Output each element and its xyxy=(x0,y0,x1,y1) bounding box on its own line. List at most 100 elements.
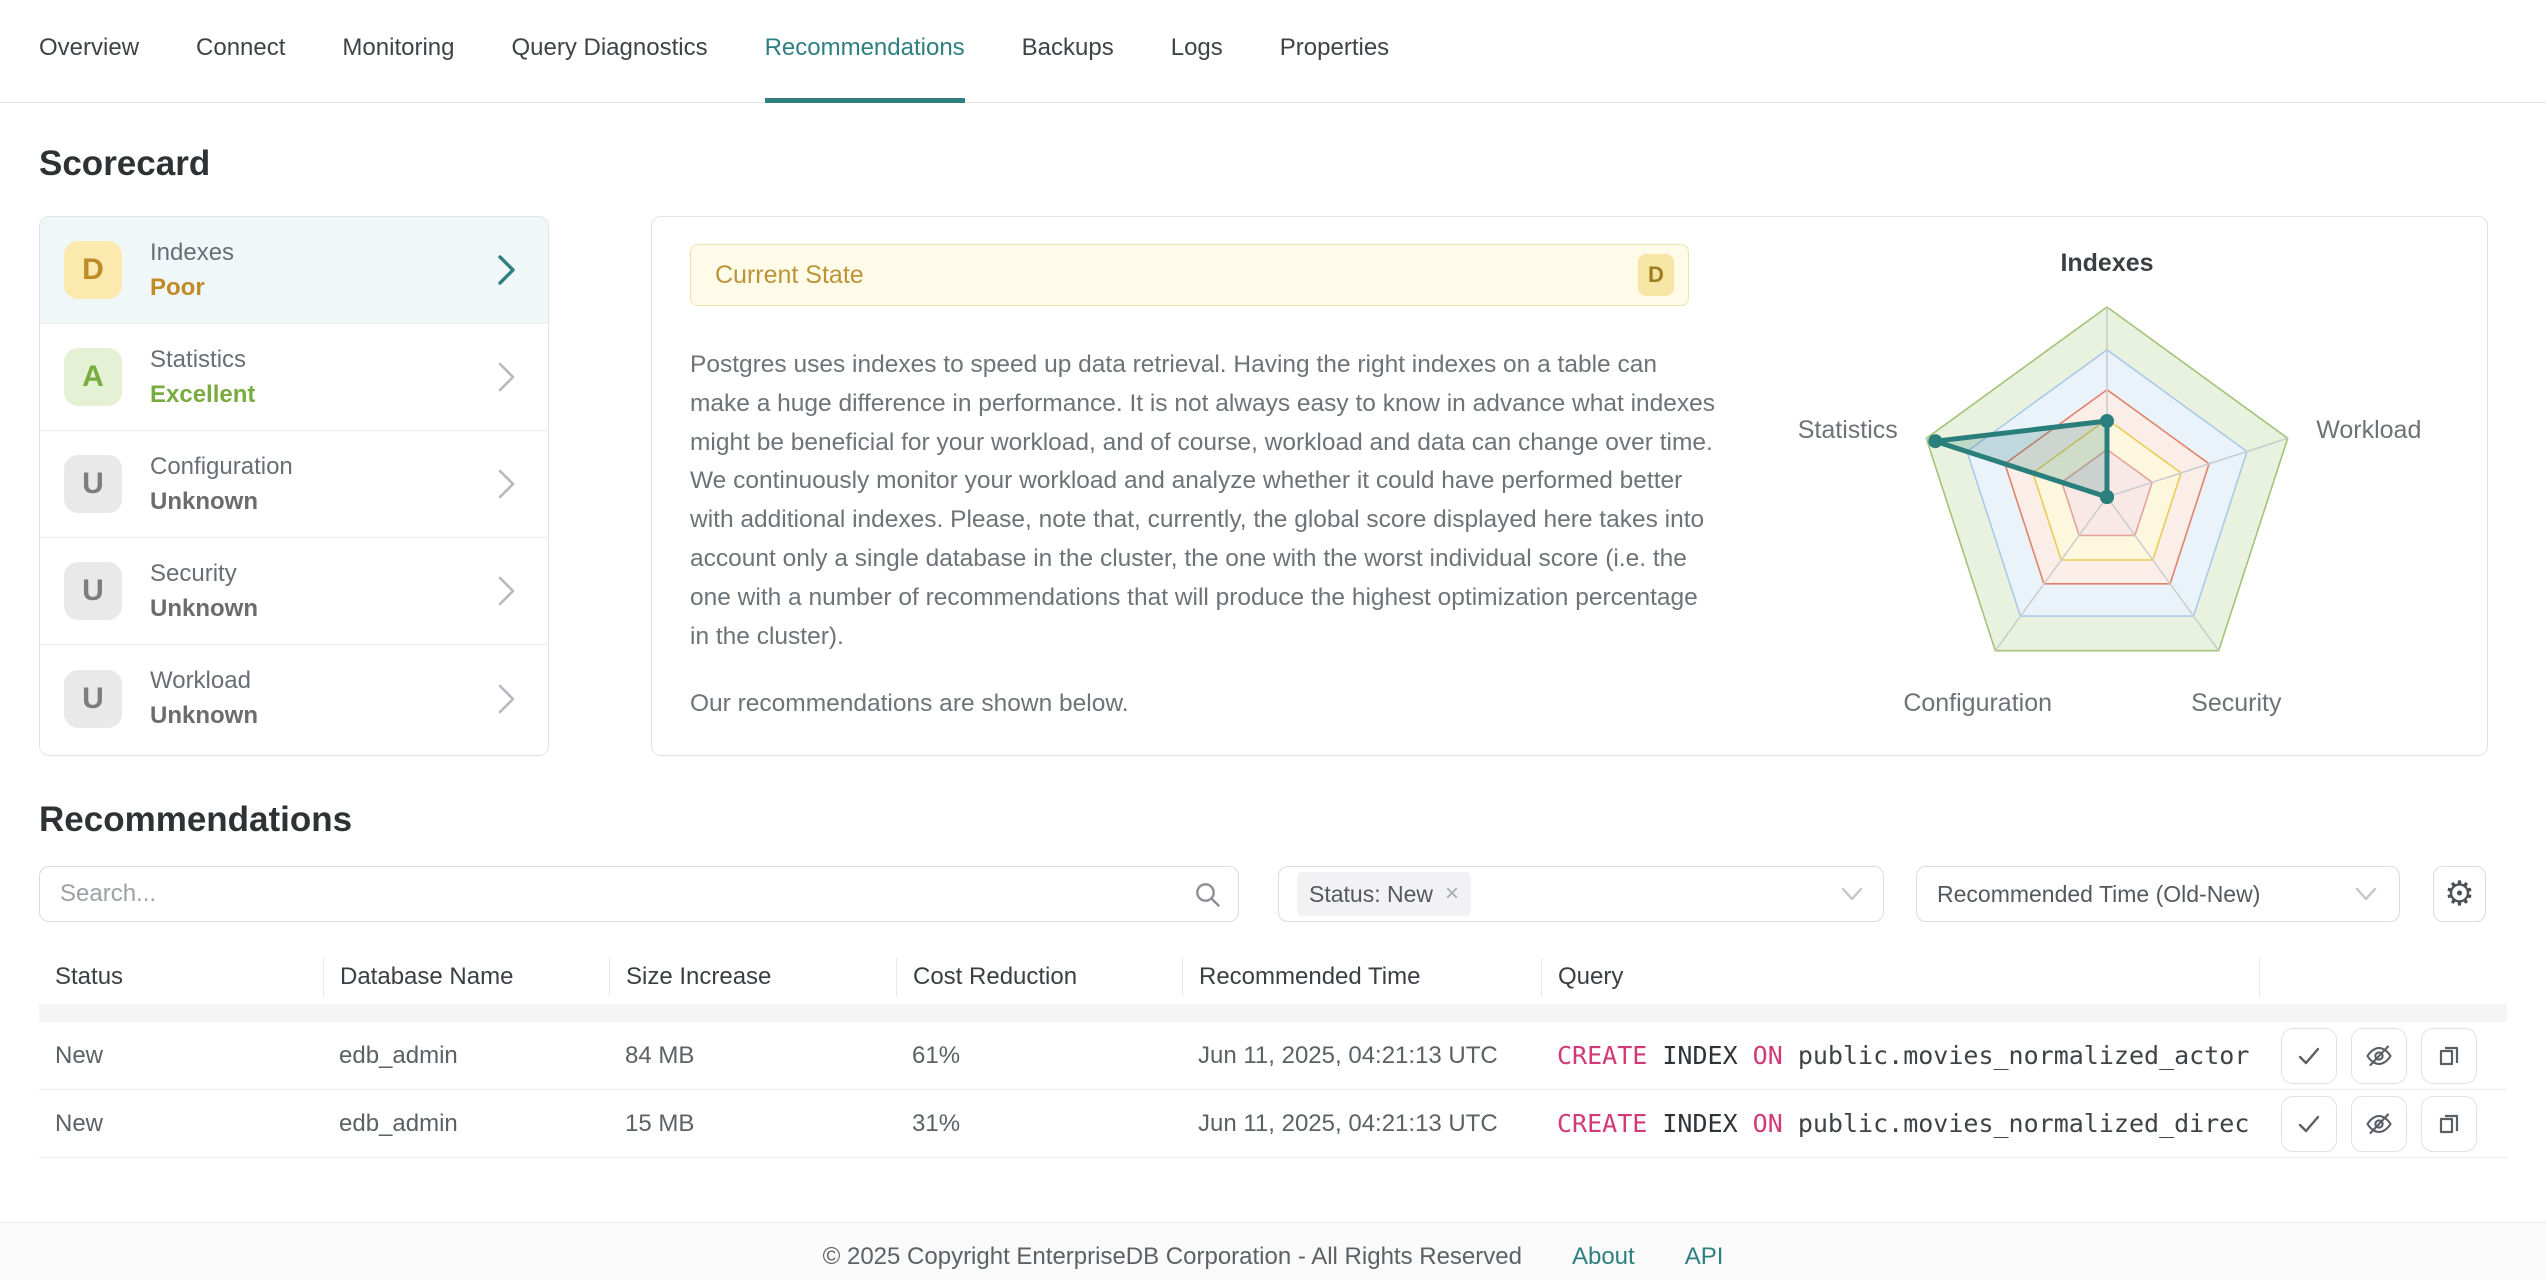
settings-button[interactable]: ⚙ xyxy=(2433,866,2486,922)
gear-icon: ⚙ xyxy=(2444,874,2474,914)
chevron-down-icon xyxy=(1839,886,1865,902)
svg-text:Configuration: Configuration xyxy=(1903,689,2052,717)
copyright-text: © 2025 Copyright EnterpriseDB Corporatio… xyxy=(823,1243,1522,1271)
scorecard-item-configuration[interactable]: U Configuration Unknown xyxy=(40,431,548,538)
current-state-banner: Current State D xyxy=(690,244,1689,306)
footer: © 2025 Copyright EnterpriseDB Corporatio… xyxy=(0,1222,2546,1280)
top-tab-bar: Overview Connect Monitoring Query Diagno… xyxy=(0,0,2546,103)
score-detail-panel: Current State D Postgres uses indexes to… xyxy=(651,216,2488,756)
grade-badge: A xyxy=(64,348,122,406)
check-icon xyxy=(2295,1110,2323,1138)
cell-time: Jun 11, 2025, 04:21:13 UTC xyxy=(1182,1110,1541,1138)
cell-database: edb_admin xyxy=(323,1110,609,1138)
tab-recommendations[interactable]: Recommendations xyxy=(765,0,965,103)
chevron-right-icon xyxy=(496,573,518,609)
row-actions xyxy=(2259,1096,2507,1152)
tab-logs[interactable]: Logs xyxy=(1171,0,1223,103)
scorecard-item-statistics[interactable]: A Statistics Excellent xyxy=(40,324,548,431)
column-header-size: Size Increase xyxy=(609,958,896,996)
sql-keyword: CREATE xyxy=(1557,1041,1647,1070)
row-actions xyxy=(2259,1028,2507,1084)
chevron-right-icon xyxy=(496,466,518,502)
score-description-2: Our recommendations are shown below. xyxy=(690,684,1722,723)
eye-off-icon xyxy=(2364,1109,2394,1139)
hide-button[interactable] xyxy=(2351,1028,2407,1084)
chip-close-icon[interactable]: × xyxy=(1445,880,1459,908)
scorecard-list: D Indexes Poor A Statistics Excellent U … xyxy=(39,216,549,756)
scorecard-item-indexes[interactable]: D Indexes Poor xyxy=(40,217,548,324)
column-header-status: Status xyxy=(39,958,323,996)
current-state-title: Current State xyxy=(715,261,864,290)
cell-status: New xyxy=(39,1110,323,1138)
scorecard-item-label: Security xyxy=(150,560,258,588)
sql-target: public.movies_normalized_actor xyxy=(1783,1041,2250,1070)
filter-toolbar: Status: New × Recommended Time (Old-New)… xyxy=(39,866,2507,922)
cell-status: New xyxy=(39,1042,323,1070)
cell-cost: 61% xyxy=(896,1042,1182,1070)
grade-badge: D xyxy=(64,241,122,299)
tab-overview[interactable]: Overview xyxy=(39,0,139,103)
svg-text:Security: Security xyxy=(2191,689,2282,717)
grade-badge: U xyxy=(64,562,122,620)
scorecard-item-label: Configuration xyxy=(150,453,293,481)
svg-text:Workload: Workload xyxy=(2316,416,2421,444)
recommendations-title: Recommendations xyxy=(39,800,2546,840)
tab-backups[interactable]: Backups xyxy=(1022,0,1114,103)
status-filter-select[interactable]: Status: New × xyxy=(1278,866,1884,922)
apply-button[interactable] xyxy=(2281,1028,2337,1084)
scorecard-item-security[interactable]: U Security Unknown xyxy=(40,538,548,645)
copy-button[interactable] xyxy=(2421,1096,2477,1152)
sort-order-select[interactable]: Recommended Time (Old-New) xyxy=(1916,866,2400,922)
grade-badge: U xyxy=(64,670,122,728)
tab-query-diagnostics[interactable]: Query Diagnostics xyxy=(511,0,707,103)
eye-off-icon xyxy=(2364,1041,2394,1071)
cell-database: edb_admin xyxy=(323,1042,609,1070)
hide-button[interactable] xyxy=(2351,1096,2407,1152)
tab-properties[interactable]: Properties xyxy=(1280,0,1389,103)
search-icon[interactable] xyxy=(1194,881,1221,908)
apply-button[interactable] xyxy=(2281,1096,2337,1152)
sql-keyword: ON xyxy=(1753,1109,1783,1138)
cell-cost: 31% xyxy=(896,1110,1182,1138)
table-header-row: Status Database Name Size Increase Cost … xyxy=(39,950,2507,1004)
sql-keyword: ON xyxy=(1753,1041,1783,1070)
column-header-time: Recommended Time xyxy=(1182,958,1541,996)
score-description: Postgres uses indexes to speed up data r… xyxy=(690,346,1722,656)
column-header-actions xyxy=(2259,958,2507,996)
svg-text:Indexes: Indexes xyxy=(2060,249,2153,277)
copy-icon xyxy=(2435,1110,2463,1138)
scorecard-item-label: Indexes xyxy=(150,239,234,267)
scorecard-item-status: Poor xyxy=(150,274,234,302)
cell-size: 15 MB xyxy=(609,1110,896,1138)
tab-connect[interactable]: Connect xyxy=(196,0,285,103)
radar-chart: Indexes Workload Security Configuration Stat… xyxy=(1767,235,2447,735)
svg-text:Statistics: Statistics xyxy=(1798,416,1898,444)
sql-text: INDEX xyxy=(1647,1109,1752,1138)
footer-link-api[interactable]: API xyxy=(1685,1243,1724,1271)
scorecard-item-status: Unknown xyxy=(150,702,258,730)
tab-monitoring[interactable]: Monitoring xyxy=(342,0,454,103)
copy-icon xyxy=(2435,1042,2463,1070)
column-header-query: Query xyxy=(1541,958,2259,996)
status-filter-chip: Status: New × xyxy=(1297,872,1471,916)
status-filter-chip-label: Status: New xyxy=(1309,881,1433,908)
cell-time: Jun 11, 2025, 04:21:13 UTC xyxy=(1182,1042,1541,1070)
copy-button[interactable] xyxy=(2421,1028,2477,1084)
recommendations-table: Status Database Name Size Increase Cost … xyxy=(39,950,2507,1158)
table-row: New edb_admin 15 MB 31% Jun 11, 2025, 04… xyxy=(39,1090,2507,1158)
column-header-cost: Cost Reduction xyxy=(896,958,1182,996)
current-state-grade-badge: D xyxy=(1638,254,1674,296)
sql-text: INDEX xyxy=(1647,1041,1752,1070)
cell-query: CREATE INDEX ON public.movies_normalized… xyxy=(1541,1109,2259,1138)
search-input[interactable] xyxy=(39,866,1239,922)
scorecard-item-status: Excellent xyxy=(150,381,255,409)
scorecard-item-status: Unknown xyxy=(150,595,258,623)
scorecard-item-workload[interactable]: U Workload Unknown xyxy=(40,645,548,752)
column-header-database: Database Name xyxy=(323,958,609,996)
sql-target: public.movies_normalized_direc xyxy=(1783,1109,2250,1138)
cell-query: CREATE INDEX ON public.movies_normalized… xyxy=(1541,1041,2259,1070)
sort-order-value: Recommended Time (Old-New) xyxy=(1937,881,2260,908)
footer-link-about[interactable]: About xyxy=(1572,1243,1635,1271)
sql-keyword: CREATE xyxy=(1557,1109,1647,1138)
chevron-right-icon xyxy=(496,359,518,395)
